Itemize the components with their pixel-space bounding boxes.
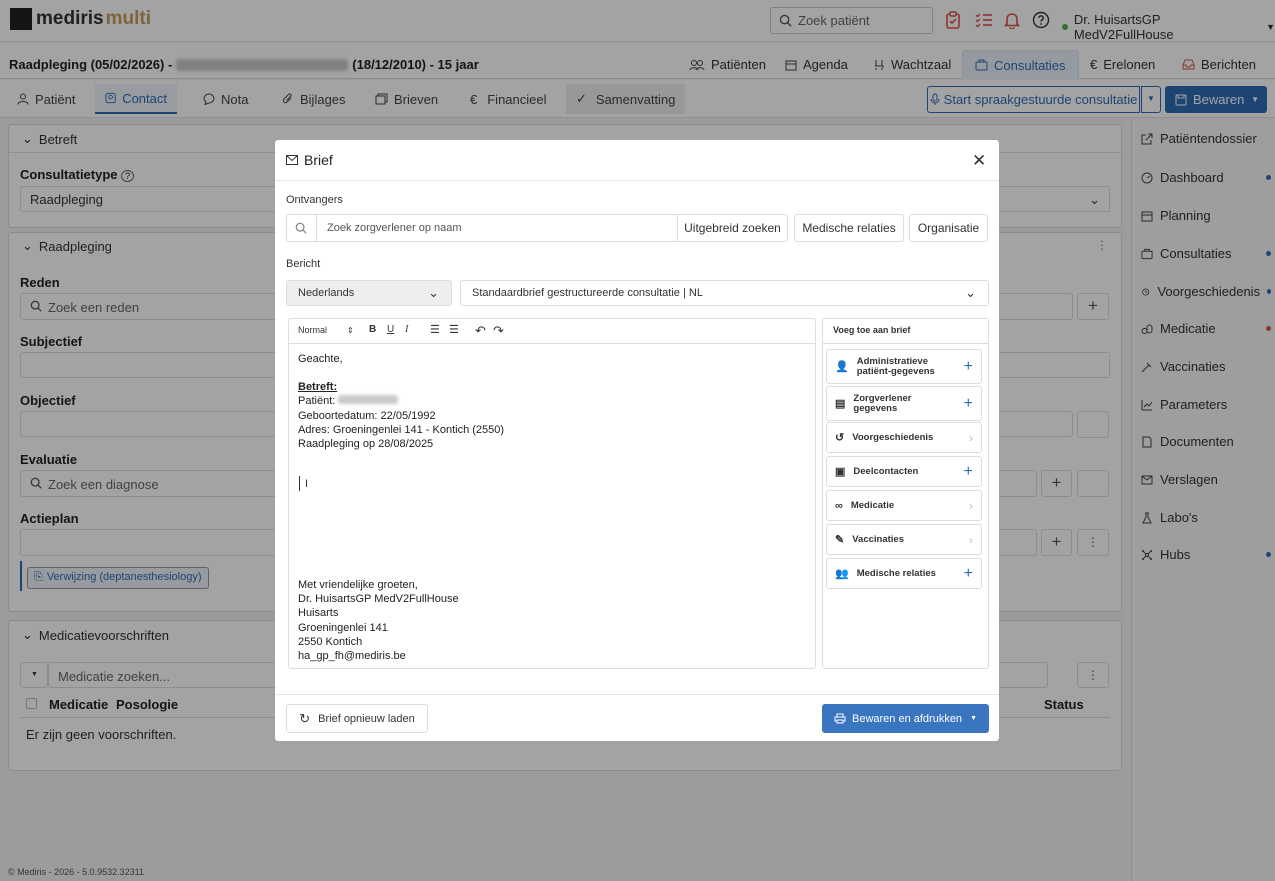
letter-text: Patiënt: <box>298 395 336 408</box>
organisation-button[interactable]: Organisatie <box>909 214 988 242</box>
panel-title: Voeg toe aan brief <box>833 325 911 335</box>
placeholder: Zoek zorgverlener op naam <box>327 222 462 234</box>
item-label: Medicatie <box>850 500 895 511</box>
history-icon: ↺ <box>835 432 845 444</box>
template-select[interactable]: Standaardbrief gestructureerde consultat… <box>460 280 989 306</box>
letter-line: Geboortedatum: 22/05/1992 <box>298 409 436 422</box>
divider <box>822 343 989 344</box>
id-card-icon: ▤ <box>835 398 846 410</box>
select-value: Standaardbrief gestructureerde consultat… <box>472 287 703 299</box>
syringe-icon: ✎ <box>835 534 845 546</box>
recipients-search-input[interactable]: Zoek zorgverlener op naam <box>316 214 678 242</box>
plus-icon: + <box>963 462 973 480</box>
undo-icon[interactable]: ↶ <box>475 323 486 339</box>
chevron-down-icon: ⌄ <box>965 285 976 300</box>
letter-line: Adres: Groeningenlei 141 - Kontich (2550… <box>298 423 505 436</box>
item-label: Deelcontacten <box>853 466 919 477</box>
add-medical-relations[interactable]: 👥 Medische relaties + <box>826 558 982 589</box>
letter-line: Groeningenlei 141 <box>298 621 388 634</box>
divider <box>275 694 999 695</box>
letter-line: Huisarts <box>298 607 339 620</box>
language-select[interactable]: Nederlands ⌄ <box>286 280 452 306</box>
letter-body[interactable]: Geachte, Betreft: Patiënt: Geboortedatum… <box>298 352 504 451</box>
button-label: Brief opnieuw laden <box>318 712 415 725</box>
select-value: Nederlands <box>298 287 355 299</box>
redacted-patient-name <box>338 395 399 405</box>
reload-letter-button[interactable]: ↻ Brief opnieuw laden <box>286 704 428 733</box>
message-label: Bericht <box>286 258 321 270</box>
add-admin-patient-data[interactable]: 👤 Administratieve patiënt-gegevens + <box>826 349 982 384</box>
recipients-search-addon <box>286 214 317 242</box>
ordered-list-icon[interactable]: ☰ <box>430 323 440 336</box>
plus-icon: + <box>963 357 973 375</box>
bullet-list-icon[interactable]: ☰ <box>449 323 459 336</box>
italic-icon[interactable]: I <box>405 324 408 335</box>
close-icon[interactable]: ✕ <box>972 151 986 171</box>
letter-line: Patiënt: <box>298 394 504 408</box>
bold-icon[interactable]: B <box>369 324 376 335</box>
users-icon: 👥 <box>835 568 849 580</box>
chevron-right-icon: › <box>969 498 973 513</box>
letter-line: Met vriendelijke groeten, <box>298 579 418 591</box>
sort-icon: ⇕ <box>347 325 354 335</box>
plus-icon: + <box>963 564 973 582</box>
add-caregiver-data[interactable]: ▤ Zorgverlener gegevens + <box>826 386 982 421</box>
button-label: Bewaren en afdrukken <box>851 712 963 725</box>
divider <box>288 343 816 344</box>
printer-icon <box>834 713 846 724</box>
chevron-right-icon: › <box>969 532 973 547</box>
item-label: Administratieve patiënt-gegevens <box>856 355 935 377</box>
extended-search-button[interactable]: Uitgebreid zoeken <box>677 214 788 242</box>
text-cursor <box>299 476 300 491</box>
item-label: Voorgeschiedenis <box>852 432 934 443</box>
select-value: Normal <box>298 325 328 335</box>
chevron-down-icon: ⌄ <box>428 285 439 300</box>
search-icon <box>295 222 307 234</box>
format-select[interactable]: Normal ⇕ <box>298 325 354 335</box>
letter-signature[interactable]: Met vriendelijke groeten, Dr. HuisartsGP… <box>298 578 459 663</box>
refresh-icon: ↻ <box>299 710 311 726</box>
item-label: Zorgverlener gegevens <box>853 392 912 414</box>
redo-icon[interactable]: ↷ <box>493 323 504 339</box>
divider <box>275 180 999 181</box>
envelope-icon <box>286 155 298 165</box>
underline-icon[interactable]: U <box>387 324 394 335</box>
add-subcontacts[interactable]: ▣ Deelcontacten + <box>826 456 982 487</box>
letter-line: Raadpleging op 28/08/2025 <box>298 438 434 451</box>
pills-icon: ∞ <box>835 499 843 512</box>
id-user-icon: 👤 <box>835 361 849 373</box>
add-history[interactable]: ↺ Voorgeschiedenis › <box>826 422 982 453</box>
plus-icon: + <box>963 394 973 412</box>
save-and-print-button[interactable]: Bewaren en afdrukken ▼ <box>822 704 989 733</box>
ibeam-cursor-icon: I <box>305 478 309 490</box>
medical-relations-button[interactable]: Medische relaties <box>794 214 904 242</box>
chevron-right-icon: › <box>969 430 973 445</box>
title-text: Brief <box>304 152 333 168</box>
briefcase-icon: ▣ <box>835 466 846 478</box>
modal-title: Brief <box>286 152 333 168</box>
caret-down-icon: ▼ <box>970 715 977 722</box>
letter-line: 2550 Kontich <box>298 635 363 648</box>
letter-line: Dr. HuisartsGP MedV2FullHouse <box>298 593 459 606</box>
letter-line: Betreft: <box>298 381 338 394</box>
letter-line: Geachte, <box>298 353 343 365</box>
add-vaccinations[interactable]: ✎ Vaccinaties › <box>826 524 982 555</box>
recipients-label: Ontvangers <box>286 194 343 206</box>
add-medication[interactable]: ∞ Medicatie › <box>826 490 982 521</box>
letter-line: ha_gp_fh@mediris.be <box>298 650 406 663</box>
item-label: Vaccinaties <box>852 534 904 545</box>
item-label: Medische relaties <box>856 568 936 579</box>
